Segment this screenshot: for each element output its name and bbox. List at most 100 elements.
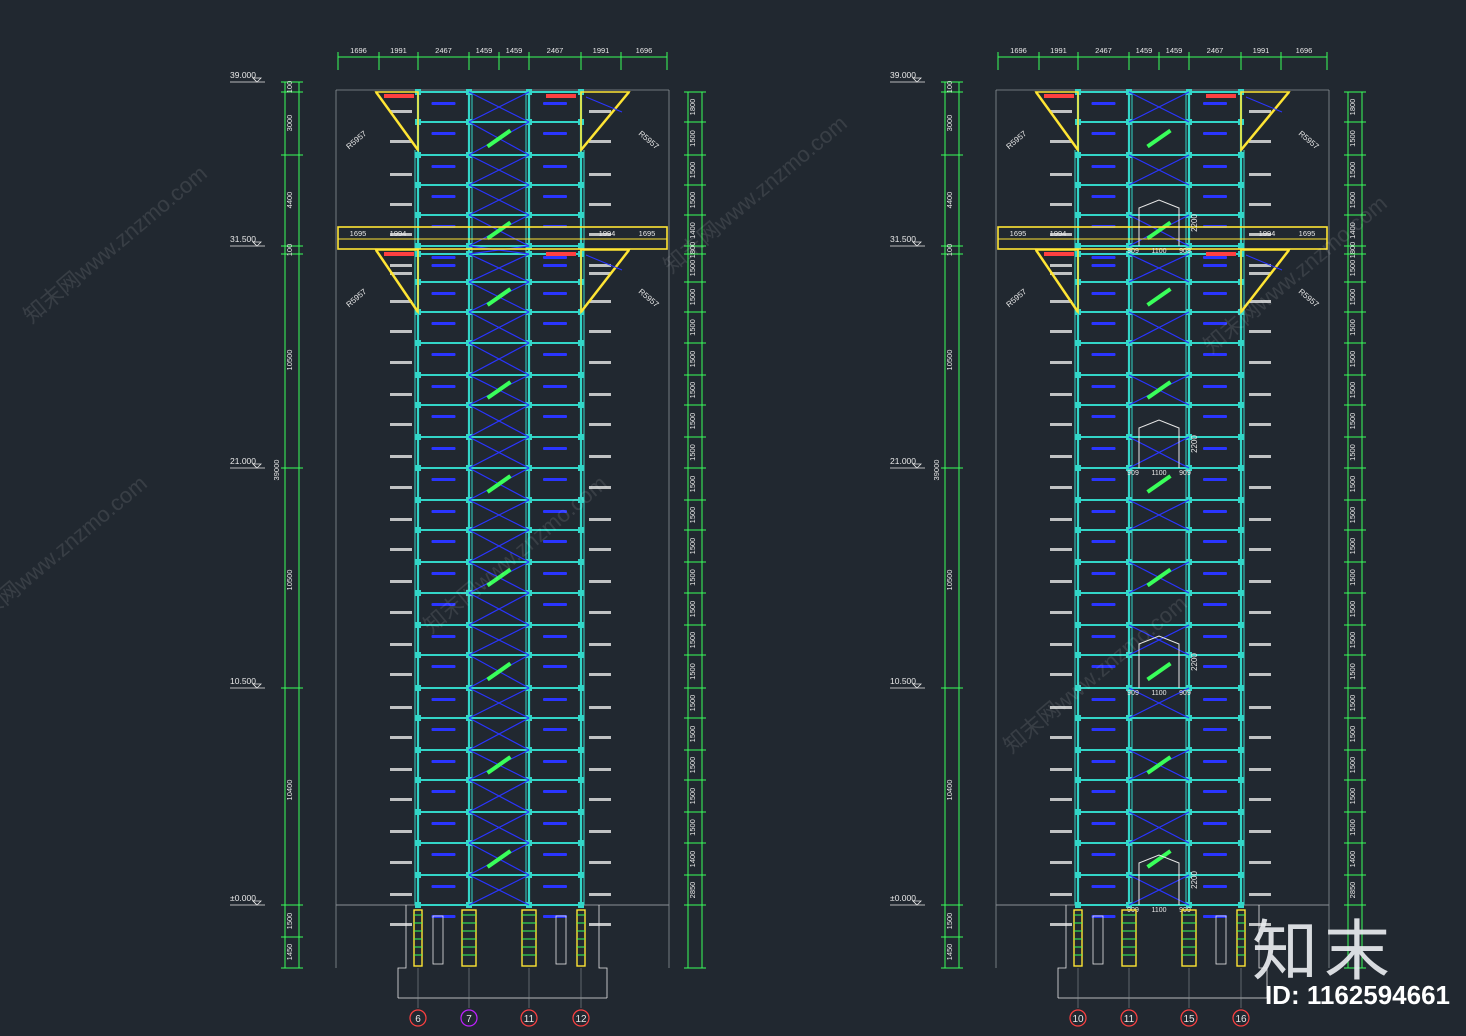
member-tag xyxy=(1050,830,1072,833)
beam-node xyxy=(1238,777,1244,783)
member-tag xyxy=(589,361,611,364)
floor-plate xyxy=(1203,853,1227,856)
floor-dimension-label: 1500 xyxy=(1348,632,1357,649)
member-tag xyxy=(1050,264,1072,267)
floor-plate xyxy=(431,478,456,481)
beam-node xyxy=(1238,902,1244,908)
beam-node xyxy=(578,809,584,815)
beam-node xyxy=(415,152,421,158)
floor-plate xyxy=(1203,760,1227,763)
beam-node xyxy=(578,747,584,753)
floor-dimension-label: 1500 xyxy=(688,444,697,461)
elevation-label: 21.000 xyxy=(230,456,256,466)
elevation-label: 10.500 xyxy=(890,676,916,686)
axis-label: 6 xyxy=(415,1014,421,1025)
beam-node xyxy=(1075,559,1081,565)
vertical-dimension-label: 1500 xyxy=(285,913,294,930)
member-tag xyxy=(1050,330,1072,333)
vertical-dimension-label: 100 xyxy=(945,81,954,94)
axis-label: 12 xyxy=(575,1014,587,1025)
vertical-dimension-label: 1450 xyxy=(945,944,954,961)
member-tag xyxy=(589,300,611,303)
vertical-dimension-label: 10500 xyxy=(285,350,294,371)
floor-plate xyxy=(1091,915,1116,918)
floor-plate xyxy=(543,822,567,825)
member-tag xyxy=(390,830,412,833)
beam-node xyxy=(578,652,584,658)
beam-node xyxy=(578,715,584,721)
door-height-label: 2200 xyxy=(1190,653,1199,671)
beam-node xyxy=(1075,340,1081,346)
member-tag xyxy=(390,798,412,801)
member-tag xyxy=(390,548,412,551)
beam-node xyxy=(1238,715,1244,721)
floor-plate xyxy=(431,102,456,105)
beam-node xyxy=(415,902,421,908)
floor-plate xyxy=(1091,102,1116,105)
floor-plate xyxy=(1091,447,1116,450)
floor-plate xyxy=(1203,102,1227,105)
floor-plate xyxy=(431,728,456,731)
floor-plate xyxy=(543,572,567,575)
member-tag xyxy=(1050,736,1072,739)
brace-section-label: R5957 xyxy=(344,287,368,309)
red-member-tag xyxy=(1206,94,1236,98)
floor-dimension-label: 1800 xyxy=(688,99,697,116)
beam-node xyxy=(1238,840,1244,846)
anchor-bolt-group xyxy=(1121,909,1137,967)
beam-node xyxy=(1075,212,1081,218)
vertical-dimension-label: 10500 xyxy=(285,570,294,591)
brace-section-label: R5957 xyxy=(344,129,368,151)
floor-plate xyxy=(1091,195,1116,198)
door-dimension: 909 xyxy=(1127,470,1139,477)
floor-plate xyxy=(543,760,567,763)
foundation-outline xyxy=(598,905,608,998)
beam-node xyxy=(578,685,584,691)
floor-plate xyxy=(1091,264,1116,267)
floor-plate xyxy=(431,760,456,763)
beam-node xyxy=(578,434,584,440)
elevation-label: 10.500 xyxy=(230,676,256,686)
member-tag xyxy=(1249,673,1271,676)
floor-plate xyxy=(431,915,456,918)
floor-plate xyxy=(1091,292,1116,295)
member-tag xyxy=(390,330,412,333)
floor-dimension-label: 1500 xyxy=(1348,289,1357,306)
pedestal-void xyxy=(555,915,567,965)
beam-node xyxy=(578,372,584,378)
beam-node xyxy=(578,527,584,533)
floor-plate xyxy=(1203,415,1227,418)
top-dimension-label: 2467 xyxy=(1207,46,1224,55)
member-tag xyxy=(1249,203,1271,206)
member-tag xyxy=(390,768,412,771)
beam-node xyxy=(1075,872,1081,878)
floor-plate xyxy=(1203,572,1227,575)
watermark-text: 知末网www.znzmo.com xyxy=(0,470,152,638)
floor-dimension-label: 1500 xyxy=(688,507,697,524)
beam-node xyxy=(1238,372,1244,378)
watermark-text: 知末网www.znzmo.com xyxy=(419,470,612,638)
vertical-dimension-label: 1450 xyxy=(285,944,294,961)
member-tag xyxy=(589,518,611,521)
anchor-bolt-group xyxy=(521,909,537,967)
red-member-tag xyxy=(1044,252,1074,256)
axis-label: 11 xyxy=(524,1014,535,1025)
floor-plate xyxy=(1091,572,1116,575)
beam-node xyxy=(415,590,421,596)
member-tag xyxy=(1249,736,1271,739)
top-dimension-label: 1696 xyxy=(1010,46,1027,55)
member-tag xyxy=(589,330,611,333)
member-tag xyxy=(390,455,412,458)
platform-dimension: 1994 xyxy=(390,229,407,238)
floor-plate xyxy=(543,165,567,168)
floor-dimension-label: 1500 xyxy=(688,162,697,179)
floor-dimension-label: 1500 xyxy=(1348,260,1357,277)
brace-tag xyxy=(486,128,512,149)
member-tag xyxy=(1249,272,1271,275)
member-tag xyxy=(1249,393,1271,396)
brace-section-label: R5957 xyxy=(1004,129,1028,151)
member-tag xyxy=(589,798,611,801)
beam-node xyxy=(415,685,421,691)
floor-dimension-label: 1500 xyxy=(688,192,697,209)
top-dimension-label: 1696 xyxy=(636,46,653,55)
